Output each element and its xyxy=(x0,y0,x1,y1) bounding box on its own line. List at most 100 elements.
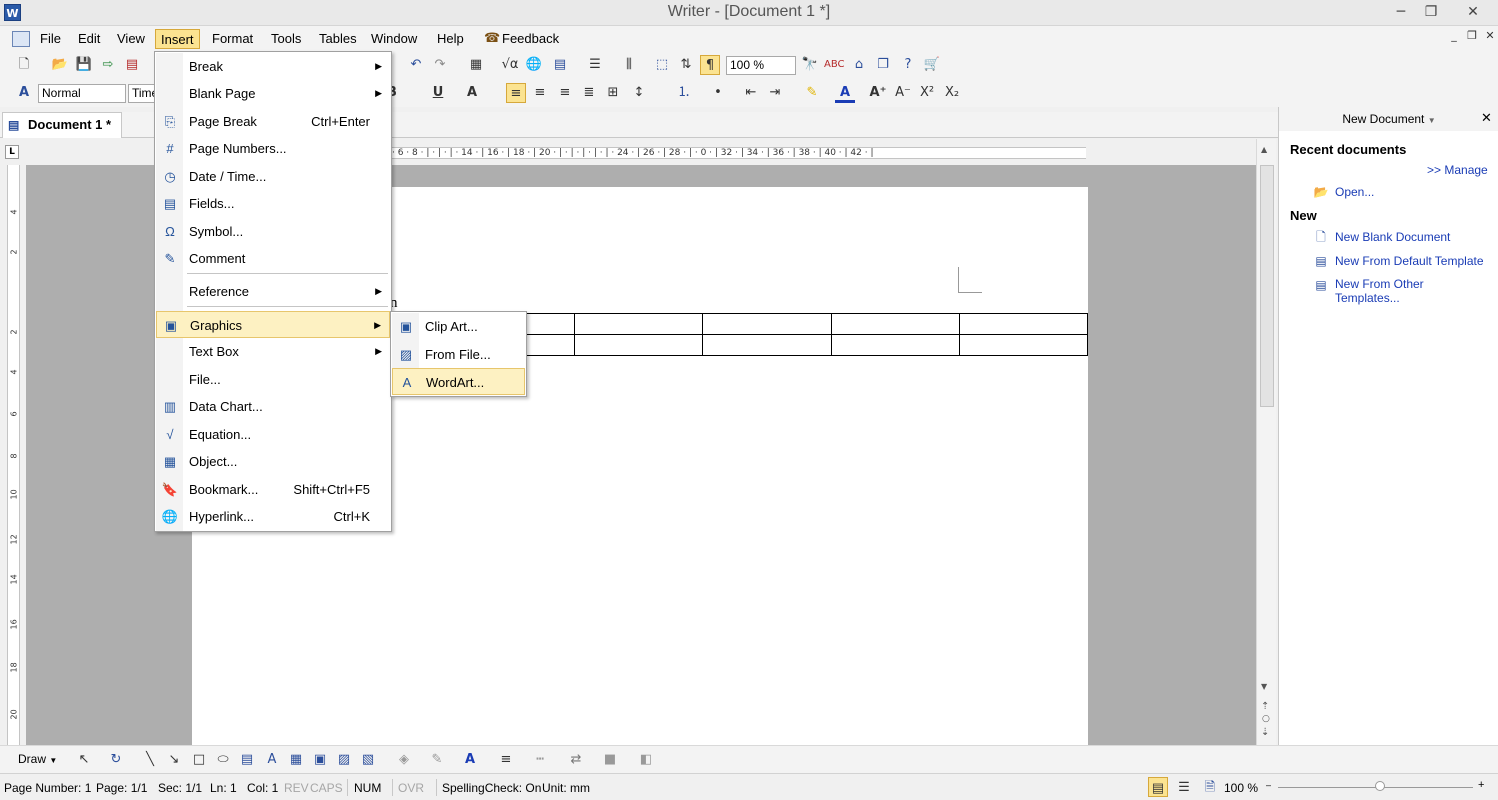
redo-icon[interactable]: ↷ xyxy=(430,55,450,75)
insert-menu-item-graphics[interactable]: ▣ Graphics ▶ xyxy=(156,311,390,338)
insert-menu-item-bookmark[interactable]: 🔖 Bookmark... Shift+Ctrl+F5 xyxy=(156,476,390,503)
graphics-menu-item-from-file[interactable]: ▨ From File... xyxy=(392,341,525,368)
preview-icon[interactable]: ⬚ xyxy=(652,55,672,75)
increase-indent-icon[interactable]: ⇥ xyxy=(765,83,785,103)
minimize-button[interactable]: ─ xyxy=(1386,2,1416,22)
graphics-menu-item-clip-art[interactable]: ▣ Clip Art... xyxy=(392,313,525,340)
shrink-font-icon[interactable]: A⁻ xyxy=(893,83,913,103)
insert-menu-item-date-time[interactable]: ◷ Date / Time... xyxy=(156,163,390,190)
scroll-up-icon[interactable]: ▲ xyxy=(1261,145,1267,154)
subscript-icon[interactable]: X₂ xyxy=(942,83,962,103)
vertical-scrollbar[interactable]: ▲ ▼ ⇡ ○ ⇣ xyxy=(1256,139,1276,745)
home-icon[interactable]: ⌂ xyxy=(849,55,869,75)
zoom-out-icon[interactable]: – xyxy=(1266,780,1271,790)
menu-view[interactable]: View xyxy=(112,29,150,49)
menu-insert[interactable]: Insert xyxy=(155,29,200,49)
menu-tables[interactable]: Tables xyxy=(314,29,362,49)
draw-menu-button[interactable]: Draw ▼ xyxy=(18,752,57,766)
hyperlink-icon[interactable]: 🌐 xyxy=(524,55,544,75)
formatting-marks-icon[interactable]: ¶ xyxy=(700,55,720,75)
new-icon[interactable]: 🗋 xyxy=(14,55,34,75)
justify-icon[interactable]: ≣ xyxy=(579,83,599,103)
align-center-icon[interactable]: ≡ xyxy=(530,83,550,103)
insert-menu-item-hyperlink[interactable]: 🌐 Hyperlink... Ctrl+K xyxy=(156,503,390,530)
table-cell[interactable] xyxy=(958,313,1089,335)
equation-icon[interactable]: √α xyxy=(500,55,520,75)
rotate-icon[interactable]: ↻ xyxy=(106,750,126,770)
tab-document-1[interactable]: ▤ Document 1 * xyxy=(2,112,122,138)
table-cell[interactable] xyxy=(574,313,704,335)
zoom-combo[interactable]: 100 % xyxy=(726,56,796,75)
numbering-icon[interactable]: ⒈ xyxy=(674,83,694,103)
line-style-icon[interactable]: ≡ xyxy=(496,750,516,770)
menu-tools[interactable]: Tools xyxy=(266,29,306,49)
task-pane-header[interactable]: New Document ▼ xyxy=(1279,107,1498,131)
spellcheck-icon[interactable]: ABC xyxy=(824,55,845,75)
status-ovr[interactable]: OVR xyxy=(398,780,424,796)
graphics-menu-item-wordart[interactable]: A WordArt... xyxy=(392,368,525,395)
line-spacing-icon[interactable]: ↕ xyxy=(629,83,649,103)
mdi-restore-button[interactable]: ❐ xyxy=(1465,29,1479,45)
open-link[interactable]: Open... xyxy=(1335,185,1374,199)
insert-menu-item-text-box[interactable]: Text Box ▶ xyxy=(156,338,390,365)
mdi-minimize-button[interactable]: _ xyxy=(1447,29,1461,45)
insert-menu-item-symbol[interactable]: Ω Symbol... xyxy=(156,218,390,245)
insert-menu-item-equation[interactable]: √ Equation... xyxy=(156,421,390,448)
save-icon[interactable]: 💾 xyxy=(74,55,94,75)
find-icon[interactable]: 🔭 xyxy=(800,55,820,75)
maximize-button[interactable]: ❐ xyxy=(1416,2,1446,22)
line-icon[interactable]: ╲ xyxy=(140,750,160,770)
task-pane-close-button[interactable]: ✕ xyxy=(1481,111,1492,126)
menu-feedback[interactable]: Feedback xyxy=(497,29,564,49)
new-blank-document-link[interactable]: New Blank Document xyxy=(1335,230,1450,244)
table-cell[interactable] xyxy=(830,313,960,335)
scroll-thumb[interactable] xyxy=(1260,165,1274,407)
open-icon[interactable]: 📂 xyxy=(50,55,70,75)
menu-file[interactable]: File xyxy=(35,29,66,49)
textbox-icon[interactable]: ▤ xyxy=(237,750,257,770)
columns-icon[interactable]: ☰ xyxy=(585,55,605,75)
table-cell[interactable] xyxy=(958,334,1089,356)
help-icon[interactable]: ? xyxy=(898,55,918,75)
table-icon[interactable]: ▤ xyxy=(550,55,570,75)
style-combo[interactable]: Normal xyxy=(38,84,126,103)
grow-font-icon[interactable]: A⁺ xyxy=(868,83,888,103)
insert-menu-item-page-numbers[interactable]: # Page Numbers... xyxy=(156,135,390,162)
ruler-scale[interactable]: · 6 · 8 · | · | · | · 14 · | 16 · | 18 ·… xyxy=(392,147,1086,159)
menu-format[interactable]: Format xyxy=(207,29,258,49)
export-icon[interactable]: ⇨ xyxy=(98,55,118,75)
insert-menu-item-file[interactable]: File... xyxy=(156,366,390,393)
chart-icon[interactable]: ⫼ xyxy=(619,55,639,75)
insert-menu-item-blank-page[interactable]: Blank Page ▶ xyxy=(156,80,390,107)
table-cell[interactable] xyxy=(830,334,960,356)
table-cell[interactable] xyxy=(574,334,704,356)
styles-icon[interactable]: A xyxy=(14,83,34,103)
browse-object-icon[interactable]: ○ xyxy=(1262,714,1270,724)
status-unit[interactable]: Unit: mm xyxy=(542,780,590,796)
previous-page-icon[interactable]: ⇡ xyxy=(1261,701,1269,712)
distribute-icon[interactable]: ⊞ xyxy=(603,83,623,103)
manage-link[interactable]: >> Manage xyxy=(1427,163,1488,177)
rectangle-icon[interactable]: □ xyxy=(189,750,209,770)
dash-style-icon[interactable]: ┅ xyxy=(530,750,550,770)
insert-image-icon[interactable]: ▧ xyxy=(358,750,378,770)
ellipse-icon[interactable]: ⬭ xyxy=(213,750,233,770)
font-color-icon[interactable]: A xyxy=(835,83,855,103)
decrease-indent-icon[interactable]: ⇤ xyxy=(741,83,761,103)
outline-view-icon[interactable]: ☰ xyxy=(1174,777,1194,797)
new-from-other-templates-link[interactable]: New From Other Templates... xyxy=(1335,277,1424,305)
insert-menu-item-object[interactable]: ▦ Object... xyxy=(156,448,390,475)
mdi-close-button[interactable]: ✕ xyxy=(1483,29,1497,45)
window-icon[interactable]: ❐ xyxy=(873,55,893,75)
superscript-icon[interactable]: X² xyxy=(917,83,937,103)
status-spellcheck[interactable]: SpellingCheck: On xyxy=(442,780,541,796)
select-pointer-icon[interactable]: ↖ xyxy=(74,750,94,770)
insert-menu-item-break[interactable]: Break ▶ xyxy=(156,53,390,80)
status-rev[interactable]: REV xyxy=(284,780,309,796)
highlight-icon[interactable]: ✎ xyxy=(802,83,822,103)
draw-font-color-icon[interactable]: A xyxy=(460,750,480,770)
status-caps[interactable]: CAPS xyxy=(310,780,343,796)
line-color-icon[interactable]: ✎ xyxy=(427,750,447,770)
table-cell[interactable] xyxy=(702,313,832,335)
document-table[interactable] xyxy=(445,313,1089,356)
